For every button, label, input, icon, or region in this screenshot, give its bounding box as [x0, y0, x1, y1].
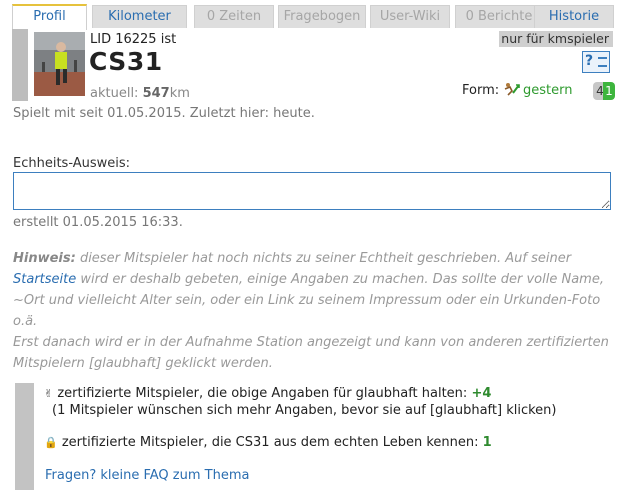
- certification-bar: [15, 383, 34, 490]
- runner-form-icon: [502, 82, 522, 99]
- hint-text-2: wird er deshalb gebeten, einige Angaben …: [13, 272, 604, 329]
- current-km-unit: km: [169, 86, 190, 101]
- count-green-badge[interactable]: 1: [603, 82, 615, 100]
- hint-text-1: dieser Mitspieler hat noch nichts zu sei…: [75, 251, 572, 266]
- tab-fragebogen[interactable]: Fragebogen: [278, 5, 366, 28]
- profile-photo[interactable]: [34, 32, 85, 96]
- thumb-icon: ✌: [44, 387, 54, 400]
- reaction-counts: 41: [593, 82, 615, 100]
- lid-text: LID 16225 ist: [90, 32, 177, 47]
- cert-believable-line: ✌ zertifizierte Mitspieler, die obige An…: [44, 386, 491, 401]
- current-km: aktuell: 547km: [90, 86, 190, 101]
- cert-known-count: 1: [482, 435, 492, 450]
- certification-box: ✌ zertifizierte Mitspieler, die obige An…: [15, 383, 575, 490]
- form-label: Form:: [462, 83, 500, 98]
- hint-label: Hinweis:: [13, 251, 76, 266]
- tab-zeiten[interactable]: 0 Zeiten: [194, 5, 274, 28]
- faq-link[interactable]: Fragen? kleine FAQ zum Thema: [45, 468, 249, 483]
- startseite-link[interactable]: Startseite: [13, 272, 76, 287]
- cert-known-line: 🔒 zertifizierte Mitspieler, die CS31 aus…: [44, 435, 492, 450]
- current-prefix: aktuell:: [90, 86, 139, 101]
- tab-user-wiki[interactable]: User-Wiki: [370, 5, 450, 28]
- tab-profil[interactable]: Profil: [12, 4, 87, 30]
- tab-berichte[interactable]: 0 Berichte: [455, 5, 543, 28]
- help-book-icon[interactable]: ?: [582, 51, 610, 73]
- lock-icon: 🔒: [44, 436, 58, 449]
- echtheit-field[interactable]: [13, 172, 611, 210]
- echtheit-label: Echheits-Ausweis:: [13, 156, 131, 171]
- cert-more-info-line: (1 Mitspieler wünschen sich mehr Angaben…: [52, 403, 557, 418]
- created-text: erstellt 01.05.2015 16:33.: [13, 215, 183, 230]
- profile-tabs: Profil Kilometer 0 Zeiten Fragebogen Use…: [12, 4, 640, 30]
- current-km-value: 547: [142, 86, 170, 101]
- hint-paragraph: Hinweis: dieser Mitspieler hat noch nich…: [13, 248, 625, 374]
- profile-header: LID 16225 ist CS31 aktuell: 547km nur fü…: [12, 29, 616, 101]
- only-kmspieler-badge: nur für kmspieler: [499, 31, 613, 47]
- form-value: gestern: [523, 83, 573, 98]
- cert-believable-text: zertifizierte Mitspieler, die obige Anga…: [57, 386, 472, 401]
- username-title: CS31: [89, 47, 163, 76]
- cert-known-text: zertifizierte Mitspieler, die CS31 aus d…: [61, 435, 483, 450]
- cert-believable-count: +4: [471, 386, 492, 401]
- member-since-text: Spielt mit seit 01.05.2015. Zuletzt hier…: [13, 106, 315, 121]
- tab-historie[interactable]: Historie: [534, 5, 614, 28]
- header-sidebar-bar: [12, 29, 28, 101]
- hint-text-3: Erst danach wird er in der Aufnahme Stat…: [13, 335, 609, 371]
- tab-kilometer[interactable]: Kilometer: [92, 5, 187, 28]
